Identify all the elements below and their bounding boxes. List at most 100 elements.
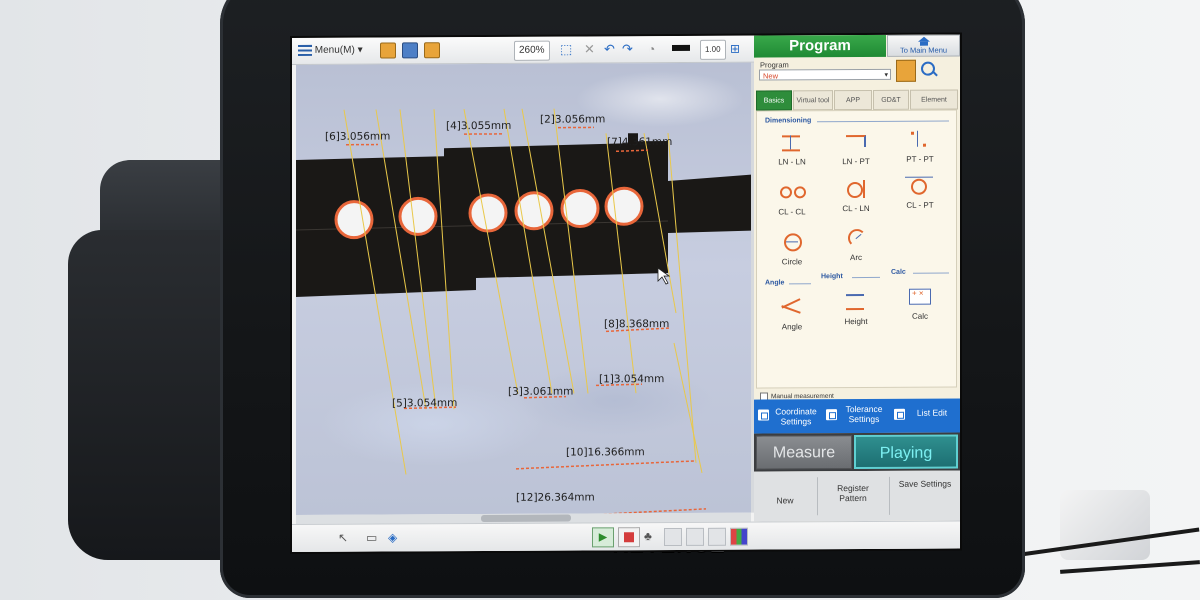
tool-height[interactable]: Height [825,291,887,326]
scrollbar-thumb[interactable] [481,514,571,523]
program-select[interactable]: New ▾ [759,68,891,81]
tool-pt-pt[interactable]: PT - PT [889,129,951,164]
focus-icon[interactable] [664,527,682,547]
image-toolbar: Menu(M) ▾ 260% ⬚ ✕ ↶ ↷ ◔ 1.00 ⊞ [292,35,754,65]
desk-objects [1020,470,1200,600]
circle-line-icon [841,178,871,200]
auto-fit-icon[interactable]: ⬚ [560,41,572,59]
menu-button[interactable]: Menu(M) ▾ [298,42,363,60]
register-pattern-button[interactable]: Register Pattern [818,475,888,517]
tool-cl-cl[interactable]: CL - CL [761,181,823,216]
tab-element[interactable]: Element [910,89,958,110]
plastic-part [1060,490,1150,560]
measurement-label[interactable]: [10]16.366mm [566,446,645,458]
measurement-label[interactable]: [7]4.361mm [607,136,672,148]
register-pattern-line2: Pattern [839,492,867,504]
tab-gdt[interactable]: GD&T [873,89,909,110]
measure-button[interactable]: Measure [756,435,852,470]
tool-ln-ln[interactable]: LN - LN [761,131,823,166]
section-height: Height [821,273,843,281]
light-icon[interactable]: ◔ [648,40,655,58]
tool-label: Arc [850,253,862,263]
close-icon[interactable]: ✕ [584,40,595,58]
chevron-down-icon: ▾ [357,44,363,56]
measurement-label[interactable]: [3]3.061mm [508,386,573,398]
measurement-label[interactable]: [4]3.055mm [446,120,511,132]
measurement-label[interactable]: [8]8.368mm [604,318,669,330]
to-main-menu-button[interactable]: To Main Menu [887,34,960,57]
tool-icon[interactable] [424,42,440,59]
measurement-label[interactable]: [6]3.056mm [325,130,390,142]
coordinate-settings-line2: Settings [780,416,812,427]
tool-label: CL - CL [778,207,806,217]
search-icon[interactable] [919,60,939,80]
tab-basics[interactable]: Basics [756,90,792,111]
tool-angle[interactable]: Angle [761,296,823,331]
pointer-icon[interactable]: ↖ [338,531,348,547]
list-edit-button[interactable]: List Edit [892,401,958,431]
open-program-icon[interactable] [896,59,916,82]
play-icon[interactable]: ▶ [592,527,614,548]
save-settings-button[interactable]: Save Settings [890,475,960,517]
tab-app[interactable]: APP [834,89,872,111]
tolerance-settings-button[interactable]: Tolerance Settings [824,401,890,431]
tool-label: LN - PT [842,156,870,167]
settings-icon[interactable]: ⊞ [730,40,740,58]
measurement-label[interactable]: [5]3.054mm [392,397,457,409]
program-label: Program [760,60,789,70]
tolerance-settings-line2: Settings [848,413,880,425]
register-pattern-line1: Register [837,482,869,494]
tool-arc[interactable]: Arc [825,227,887,262]
undo-icon[interactable]: ↶ [604,40,615,58]
measurement-label[interactable]: [12]26.364mm [516,491,595,503]
color-icon[interactable] [730,527,748,546]
run-controls: Measure Playing [754,432,960,472]
coordinate-icon [758,409,769,421]
list-icon [894,408,905,420]
section-angle: Angle [765,279,785,287]
tool-calc[interactable]: Calc [889,286,951,321]
layers-icon[interactable]: ◈ [388,530,397,546]
tree-icon[interactable]: ♣ [644,529,652,545]
settings-bar: Coordinate Settings Tolerance Settings L… [754,398,960,434]
section-dimensioning: Dimensioning [765,117,812,125]
measurement-overlay: [6]3.056mm [4]3.055mm [2]3.056mm [7]4.36… [296,108,751,515]
line-point-icon [841,131,871,153]
program-actions: New Register Pattern Save Settings [754,470,960,522]
color-swatch-icon[interactable] [672,44,690,52]
camera-image[interactable]: [6]3.056mm [4]3.055mm [2]3.056mm [7]4.36… [296,62,751,515]
cable [1060,560,1200,574]
measurement-label[interactable]: [2]3.056mm [540,113,605,125]
tool-cl-ln[interactable]: CL - LN [825,178,887,213]
height-icon [841,291,871,313]
tool-circle[interactable]: Circle [761,231,823,266]
chevron-down-icon: ▾ [884,71,888,79]
home-icon [918,37,930,46]
new-button[interactable]: New [754,475,816,517]
counter-value[interactable]: 1.00 [700,39,726,60]
tool-label: Circle [781,257,803,267]
program-panel: Program To Main Menu Program New ▾ Basic… [754,34,960,522]
program-icon[interactable] [380,42,396,59]
tab-virtual-tool[interactable]: Virtual tool [793,90,833,111]
arc-icon [841,227,871,249]
panel-title: Program [754,34,886,58]
circle-icon [777,231,807,253]
zoom-level[interactable]: 260% [514,40,550,61]
stage-icon[interactable] [686,527,704,546]
circle-point-icon [905,175,935,197]
text-icon[interactable] [402,42,418,59]
camera-icon[interactable]: ▭ [366,531,377,547]
redo-icon[interactable]: ↷ [622,40,633,58]
angle-icon [777,296,807,318]
coordinate-settings-button[interactable]: Coordinate Settings [756,401,822,431]
playing-button[interactable]: Playing [854,434,958,470]
measurement-label[interactable]: [1]3.054mm [599,373,664,385]
tool-ln-pt[interactable]: LN - PT [825,131,887,166]
bottom-toolbar: ↖ ▭ ◈ ▶ ♣ [292,520,960,553]
tool-cl-pt[interactable]: CL - PT [889,175,951,210]
light-ring-icon[interactable] [708,527,726,546]
tool-label: CL - LN [842,203,870,214]
stop-icon[interactable] [618,527,640,548]
calculator-icon [905,286,935,308]
